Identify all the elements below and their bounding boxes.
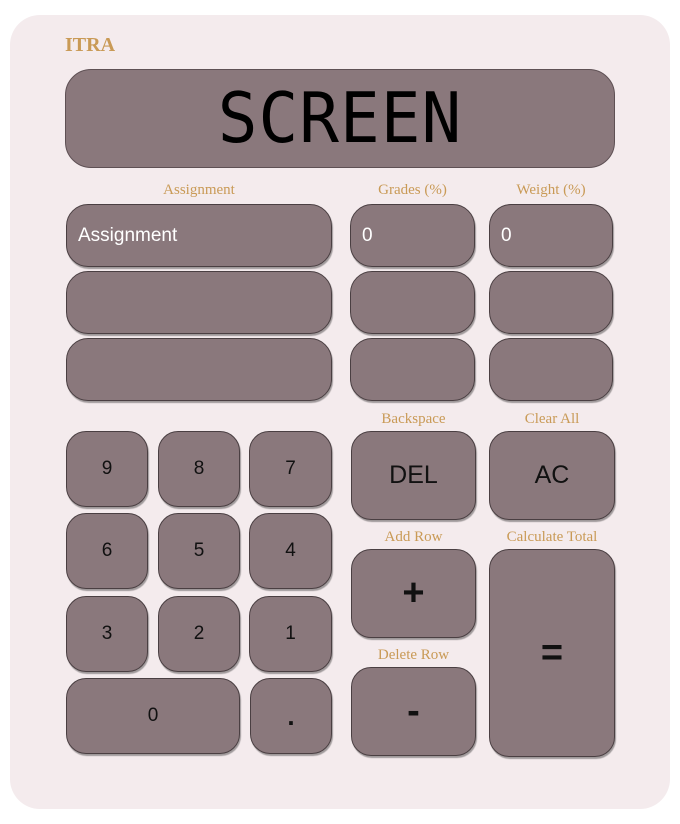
key-9[interactable]: 9 — [66, 431, 148, 507]
clear-all-button[interactable]: AC — [489, 431, 615, 520]
weight-field-1[interactable]: 0 — [489, 204, 613, 267]
key-6[interactable]: 6 — [66, 513, 148, 589]
key-4[interactable]: 4 — [249, 513, 332, 589]
label-backspace: Backspace — [381, 411, 446, 427]
key-8[interactable]: 8 — [158, 431, 240, 507]
backspace-button[interactable]: DEL — [351, 431, 476, 520]
calculate-total-button[interactable]: = — [489, 549, 615, 757]
brand-logo: ITRA — [65, 34, 116, 56]
key-1[interactable]: 1 — [249, 596, 332, 672]
label-clear-all: Clear All — [524, 411, 580, 427]
assignment-field-3[interactable] — [66, 338, 332, 401]
label-weight: Weight (%) — [516, 182, 586, 198]
label-calculate-total: Calculate Total — [506, 529, 598, 545]
grade-field-3[interactable] — [350, 338, 475, 401]
key-3[interactable]: 3 — [66, 596, 148, 672]
assignment-field-2[interactable] — [66, 271, 332, 334]
label-add-row: Add Row — [384, 529, 443, 545]
key-7[interactable]: 7 — [249, 431, 332, 507]
key-0[interactable]: 0 — [66, 678, 240, 754]
label-delete-row: Delete Row — [377, 647, 450, 663]
key-5[interactable]: 5 — [158, 513, 240, 589]
delete-row-button[interactable]: - — [351, 667, 476, 756]
weight-field-3[interactable] — [489, 338, 613, 401]
assignment-field-1[interactable]: Assignment — [66, 204, 332, 267]
add-row-button[interactable]: + — [351, 549, 476, 638]
weight-field-2[interactable] — [489, 271, 613, 334]
display-screen: SCREEN — [65, 69, 615, 168]
key-2[interactable]: 2 — [158, 596, 240, 672]
label-grades: Grades (%) — [378, 182, 447, 198]
grade-field-2[interactable] — [350, 271, 475, 334]
grade-field-1[interactable]: 0 — [350, 204, 475, 267]
screen-text: SCREEN — [217, 78, 463, 159]
label-assignment: Assignment — [163, 182, 235, 198]
key-decimal-point[interactable]: . — [250, 678, 332, 754]
